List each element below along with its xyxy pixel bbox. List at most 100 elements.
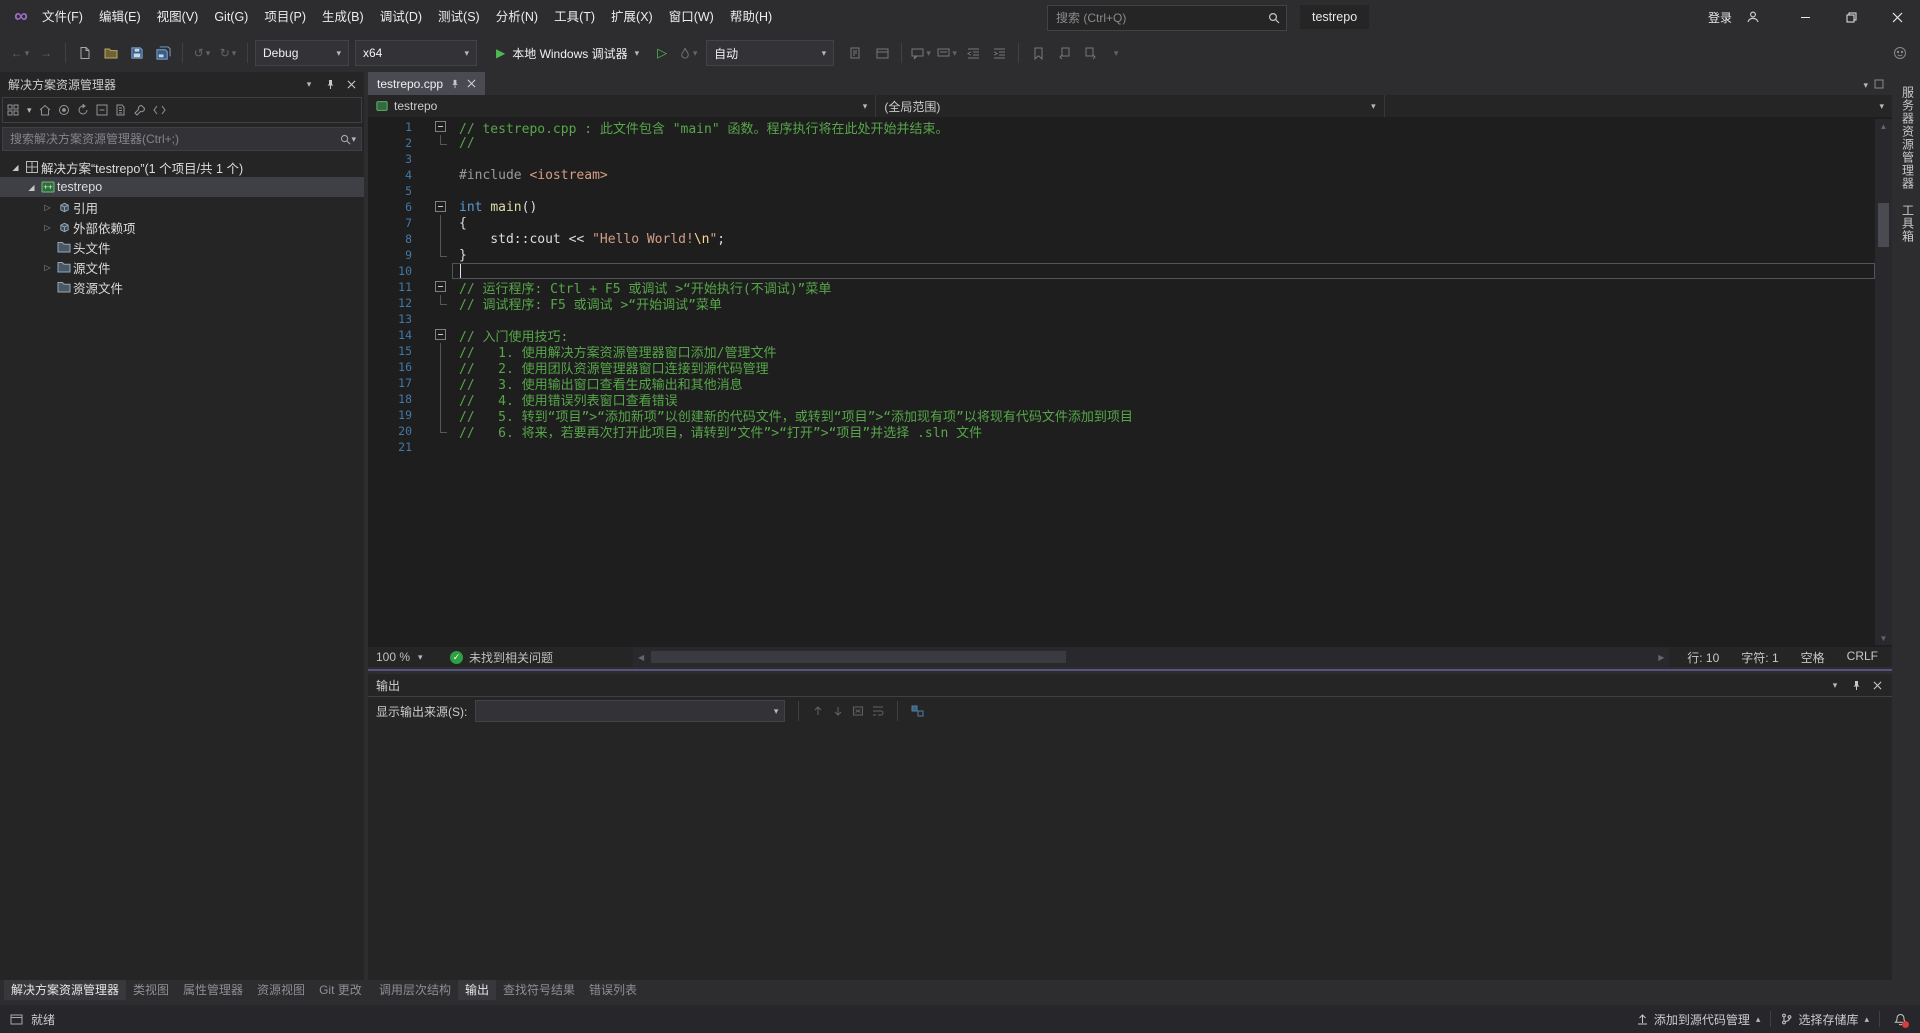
save-icon[interactable] [125, 40, 149, 66]
editor-vertical-scrollbar[interactable]: ▲ ▼ [1875, 119, 1892, 645]
dock-tab--[interactable]: 查找符号结果 [496, 980, 582, 1000]
tree-item--[interactable]: ▷ 外部依赖项 [0, 217, 364, 237]
navigate-forward-icon[interactable]: → [34, 40, 58, 66]
document-health-indicator[interactable]: ✓ 未找到相关问题 [450, 649, 553, 666]
collapse-all-icon[interactable] [96, 104, 108, 116]
menu-item[interactable]: 编辑(E) [91, 0, 149, 34]
platform-combo[interactable]: x64▾ [355, 40, 477, 66]
increase-indent-icon[interactable] [987, 40, 1011, 66]
menu-item[interactable]: 项目(P) [256, 0, 314, 34]
type-scope-combo[interactable]: (全局范围)▾ [876, 95, 1384, 117]
redo-icon[interactable]: ↻▾ [216, 40, 240, 66]
dock-tab--[interactable]: 输出 [458, 980, 496, 1000]
close-icon[interactable] [342, 75, 360, 93]
switch-views-icon[interactable] [7, 104, 20, 116]
menu-item[interactable]: 分析(N) [488, 0, 546, 34]
add-to-source-control-button[interactable]: 添加到源代码管理 ▴ [1637, 1011, 1761, 1028]
toggle-messages-icon[interactable] [911, 705, 924, 717]
tree-item--testrepo-1-1-[interactable]: ◢ 解决方案“testrepo”(1 个项目/共 1 个) [0, 157, 364, 177]
new-project-icon[interactable] [73, 40, 97, 66]
tree-expander-icon[interactable]: ◢ [8, 163, 23, 172]
solution-explorer-search-box[interactable]: ▾ [2, 127, 362, 151]
send-feedback-icon[interactable] [1888, 40, 1912, 66]
close-button[interactable] [1874, 0, 1920, 34]
autohide-tab--[interactable]: 服务器资源管理器 [1900, 86, 1917, 190]
code-line-6[interactable]: 6 int main() [368, 199, 1892, 215]
close-icon[interactable] [1868, 676, 1886, 694]
output-content[interactable] [368, 725, 1892, 980]
code-line-7[interactable]: 7 { [368, 215, 1892, 231]
solution-explorer-search-input[interactable] [8, 131, 340, 147]
quick-search-input[interactable] [1054, 10, 1268, 26]
tree-expander-icon[interactable]: ◢ [24, 183, 39, 192]
line-indicator[interactable]: 行: 10 [1687, 649, 1719, 666]
start-without-debugging-icon[interactable]: ▷ [650, 40, 674, 66]
panel-splitter[interactable] [368, 669, 1892, 671]
undo-icon[interactable]: ↺▾ [190, 40, 214, 66]
properties-icon[interactable] [134, 104, 146, 116]
notifications-bell-icon[interactable] [1890, 1009, 1910, 1029]
char-indicator[interactable]: 字符: 1 [1741, 649, 1778, 666]
code-editor[interactable]: 1 // testrepo.cpp : 此文件包含 "main" 函数。程序执行… [368, 117, 1892, 647]
prev-bookmark-icon[interactable] [1052, 40, 1076, 66]
word-wrap-icon[interactable] [872, 705, 884, 717]
code-line-2[interactable]: 2 // [368, 135, 1892, 151]
navigate-backward-icon[interactable]: ←▾ [8, 40, 32, 66]
menu-item[interactable]: 视图(V) [149, 0, 207, 34]
menu-item[interactable]: 调试(D) [372, 0, 430, 34]
window-position-chevron-icon[interactable]: ▾ [1826, 676, 1844, 694]
goto-previous-message-icon[interactable] [812, 705, 824, 717]
open-file-icon[interactable] [99, 40, 123, 66]
dock-tab--[interactable]: 调用层次结构 [372, 980, 458, 1000]
next-bookmark-icon[interactable] [1078, 40, 1102, 66]
uncomment-icon[interactable]: ▾ [935, 40, 959, 66]
home-icon[interactable] [39, 104, 51, 116]
scrollbar-thumb[interactable] [651, 651, 1066, 663]
fold-margin[interactable] [426, 199, 459, 215]
menu-item[interactable]: 帮助(H) [722, 0, 780, 34]
switch-views-chevron-icon[interactable]: ▾ [27, 106, 32, 115]
zoom-combo[interactable]: 100 %▾ [368, 647, 444, 667]
user-profile-icon[interactable] [1740, 10, 1766, 24]
comment-icon[interactable]: ▾ [909, 40, 933, 66]
select-repository-button[interactable]: 选择存储库 ▴ [1781, 1011, 1869, 1028]
pin-icon[interactable] [1847, 676, 1865, 694]
dock-tab--[interactable]: 错误列表 [582, 980, 644, 1000]
sync-with-active-document-icon[interactable] [58, 104, 70, 116]
pin-icon[interactable] [450, 79, 460, 89]
menu-item[interactable]: 测试(S) [430, 0, 488, 34]
code-line-1[interactable]: 1 // testrepo.cpp : 此文件包含 "main" 函数。程序执行… [368, 119, 1892, 135]
menu-item[interactable]: 扩展(X) [603, 0, 661, 34]
menu-item[interactable]: 生成(B) [314, 0, 372, 34]
fold-collapse-icon[interactable] [435, 281, 446, 292]
code-line-20[interactable]: 20 // 6. 将来，若要再次打开此项目，请转到“文件”>“打开”>“项目”并… [368, 423, 1892, 439]
dock-tab--[interactable]: 类视图 [126, 980, 176, 1000]
toggle-bookmark-icon[interactable] [1026, 40, 1050, 66]
quick-search-box[interactable] [1047, 5, 1287, 31]
show-output-icon[interactable] [870, 40, 894, 66]
attach-combo[interactable]: 自动▾ [706, 40, 834, 66]
code-line-9[interactable]: 9 } [368, 247, 1892, 263]
refresh-icon[interactable] [77, 104, 89, 116]
hot-reload-icon[interactable]: ▾ [676, 40, 700, 66]
fold-collapse-icon[interactable] [435, 329, 446, 340]
tree-item--[interactable]: 头文件 [0, 237, 364, 257]
code-line-13[interactable]: 13 [368, 311, 1892, 327]
find-in-files-icon[interactable] [844, 40, 868, 66]
code-line-4[interactable]: 4 #include <iostream> [368, 167, 1892, 183]
scroll-right-icon[interactable]: ▶ [1653, 653, 1669, 662]
tree-expander-icon[interactable]: ▷ [40, 223, 55, 232]
close-icon[interactable] [467, 79, 476, 88]
sign-in-button[interactable]: 登录 [1700, 9, 1740, 26]
member-scope-combo[interactable]: ▾ [1385, 95, 1892, 117]
tree-item--[interactable]: ▷ 引用 [0, 197, 364, 217]
fold-collapse-icon[interactable] [435, 201, 446, 212]
decrease-indent-icon[interactable] [961, 40, 985, 66]
eol-indicator[interactable]: CRLF [1847, 649, 1878, 666]
float-window-icon[interactable] [1874, 79, 1884, 89]
tree-item--[interactable]: ▷ 源文件 [0, 257, 364, 277]
dock-tab--[interactable]: 资源视图 [250, 980, 312, 1000]
dock-tab-Git-[interactable]: Git 更改 [312, 980, 369, 1000]
document-tab-testrepo-cpp[interactable]: testrepo.cpp [368, 72, 485, 95]
tree-expander-icon[interactable]: ▷ [40, 263, 55, 272]
